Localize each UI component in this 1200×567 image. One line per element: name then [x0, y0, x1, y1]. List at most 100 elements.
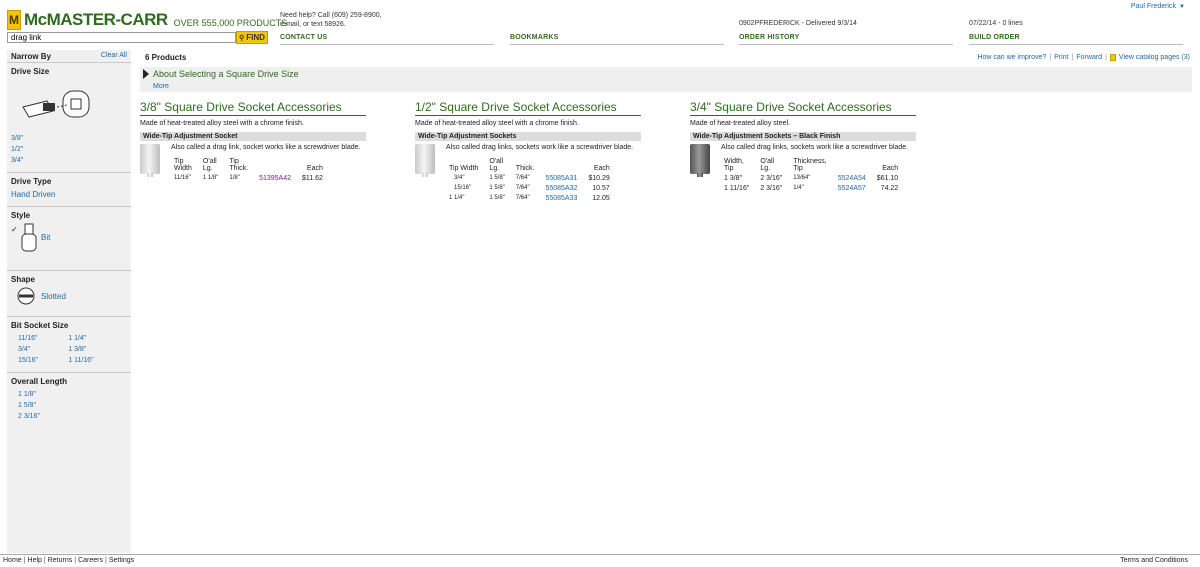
- filter-option[interactable]: 11/16": [18, 333, 66, 344]
- filter-title: Drive Size: [11, 67, 50, 76]
- cell: 1 1/8": [202, 175, 219, 181]
- product-subheading: Wide-Tip Adjustment Sockets – Black Fini…: [690, 132, 916, 141]
- cell: 1 11/16": [724, 184, 750, 192]
- order-date[interactable]: 07/22/14 - 0 lines: [969, 20, 1023, 27]
- nav-contact-us[interactable]: CONTACT US: [280, 32, 494, 45]
- user-name[interactable]: Paul Frederick: [1131, 3, 1176, 10]
- filter-option[interactable]: 1 5/8": [18, 400, 127, 411]
- footer-home-link[interactable]: Home: [3, 557, 22, 564]
- logo[interactable]: M McMASTER-CARR OVER 555,000 PRODUCTS: [7, 10, 287, 30]
- table-header-row: Tip Width O'all Lg. Thick. Each: [446, 158, 610, 173]
- clear-all-link[interactable]: Clear All: [101, 52, 127, 60]
- product-group-3-8: 3/8" Square Drive Socket Accessories Mad…: [140, 100, 370, 183]
- price: $61.10: [876, 174, 899, 182]
- drive-size-illustration-icon: [22, 90, 90, 118]
- black-socket-image-icon[interactable]: [690, 144, 710, 177]
- logo-badge: M: [7, 10, 21, 30]
- filter-option[interactable]: 1 3/8": [68, 344, 93, 355]
- filter-option[interactable]: 2 3/16": [18, 411, 127, 422]
- spec-table: Tip Width O'all Lg. Thick. Each 3/4" 1 5/…: [446, 158, 610, 203]
- filter-option[interactable]: 15/16": [18, 355, 66, 366]
- column-header: Tip Thick.: [229, 158, 249, 172]
- forward-link[interactable]: Forward: [1076, 54, 1102, 61]
- filter-column: 1 1/4" 1 3/8" 1 11/16": [68, 333, 93, 366]
- filter-title: Style: [11, 211, 31, 220]
- column-header: O'all Lg.: [489, 158, 504, 172]
- part-number-link[interactable]: 55085A33: [542, 193, 585, 203]
- socket-image-icon[interactable]: [415, 144, 435, 177]
- filter-shape: Shape Slotted: [7, 270, 131, 316]
- logo-tagline: OVER 555,000 PRODUCTS: [173, 17, 288, 28]
- page: M McMASTER-CARR OVER 555,000 PRODUCTS ⚲ …: [0, 0, 1200, 567]
- product-title: 1/2" Square Drive Socket Accessories: [415, 100, 641, 116]
- about-section: About Selecting a Square Drive Size More: [140, 67, 1192, 92]
- part-number-link[interactable]: 55085A32: [542, 183, 585, 193]
- nav-build-order[interactable]: BUILD ORDER: [969, 32, 1183, 45]
- filter-option-hand-driven[interactable]: Hand Driven: [11, 189, 127, 200]
- order-info[interactable]: 0902PFREDERICK - Delivered 9/3/14: [739, 20, 857, 27]
- help-line-2: e-mail, or text 58926.: [280, 21, 346, 28]
- search-input[interactable]: [7, 32, 236, 43]
- nav-bookmarks[interactable]: BOOKMARKS: [510, 32, 724, 45]
- filter-option-3-4[interactable]: 3/4": [11, 155, 127, 166]
- price: 10.57: [592, 184, 610, 192]
- product-note: Also called drag links, sockets work lik…: [446, 144, 634, 151]
- product-note: Also called a drag link, socket works li…: [171, 144, 361, 151]
- product-body: Also called drag links, sockets work lik…: [690, 144, 920, 193]
- slotted-shape-icon[interactable]: [17, 287, 35, 305]
- cell: 7/64": [515, 175, 530, 181]
- filter-option[interactable]: 1 11/16": [68, 355, 93, 366]
- socket-image-icon[interactable]: [140, 144, 160, 177]
- table-row: 15/16" 1 5/8" 7/64" 55085A32 10.57: [446, 183, 610, 193]
- footer-terms-link[interactable]: Terms and Conditions: [1120, 557, 1188, 564]
- filter-column: 11/16" 3/4" 15/16": [11, 333, 66, 366]
- filter-option-3-8[interactable]: 3/8": [11, 133, 127, 144]
- column-header: [542, 158, 585, 173]
- price: 12.05: [592, 194, 610, 202]
- bit-style-icon[interactable]: [19, 223, 39, 253]
- footer-careers-link[interactable]: Careers: [78, 557, 103, 564]
- improve-link[interactable]: How can we improve?: [977, 54, 1046, 61]
- filter-option[interactable]: 1 1/8": [18, 389, 127, 400]
- product-group-3-4: 3/4" Square Drive Socket Accessories Mad…: [690, 100, 920, 193]
- find-button[interactable]: ⚲ FIND: [236, 31, 268, 44]
- separator: |: [1049, 54, 1052, 61]
- part-number-link[interactable]: 5524A54: [835, 173, 874, 183]
- filter-option[interactable]: 1 1/4": [68, 333, 93, 344]
- about-more-link[interactable]: More: [153, 83, 169, 90]
- part-number-link[interactable]: 5524A57: [835, 183, 874, 193]
- product-description: Made of heat-treated alloy steel.: [690, 120, 791, 127]
- price: $11.62: [301, 174, 323, 182]
- footer-settings-link[interactable]: Settings: [109, 557, 134, 564]
- filter-option-bit[interactable]: Bit: [41, 233, 50, 242]
- footer-returns-link[interactable]: Returns: [48, 557, 73, 564]
- part-number-link[interactable]: 51395A42: [256, 173, 299, 183]
- cell: 1 1/4": [449, 195, 465, 201]
- print-link[interactable]: Print: [1054, 54, 1068, 61]
- filter-title: Shape: [11, 275, 36, 284]
- cell: 3/4": [454, 175, 465, 181]
- product-count: 6 Products: [145, 53, 187, 62]
- separator: |: [1071, 54, 1074, 61]
- about-title[interactable]: About Selecting a Square Drive Size: [153, 69, 299, 79]
- user-menu-arrow-icon[interactable]: ▼: [1179, 4, 1185, 10]
- filter-option-1-2[interactable]: 1/2": [11, 144, 127, 155]
- catalog-pages-link[interactable]: View catalog pages (3): [1119, 54, 1190, 61]
- help-line-1: Need help? Call (609) 259-8900,: [280, 12, 382, 19]
- filter-title: Overall Length: [11, 377, 68, 386]
- filter-option-slotted[interactable]: Slotted: [41, 292, 66, 301]
- column-header: Each: [593, 165, 610, 172]
- table-row: 11/16" 1 1/8" 1/8" 51395A42 $11.62: [171, 173, 323, 183]
- filter-option[interactable]: 3/4": [18, 344, 66, 355]
- cell: 1 3/8": [724, 174, 743, 182]
- cell: 1/8": [229, 175, 240, 181]
- cell: 1 5/8": [489, 175, 505, 181]
- nav-order-history[interactable]: ORDER HISTORY: [739, 32, 953, 45]
- sidebar-title: Narrow By: [11, 52, 52, 61]
- part-number-link[interactable]: 55085A31: [542, 173, 585, 183]
- expand-arrow-icon[interactable]: [143, 69, 149, 79]
- product-note: Also called drag links, sockets work lik…: [721, 144, 909, 151]
- footer-help-link[interactable]: Help: [28, 557, 42, 564]
- table-row: 1 1/4" 1 5/8" 7/64" 55085A33 12.05: [446, 193, 610, 203]
- search-icon: ⚲: [239, 34, 245, 42]
